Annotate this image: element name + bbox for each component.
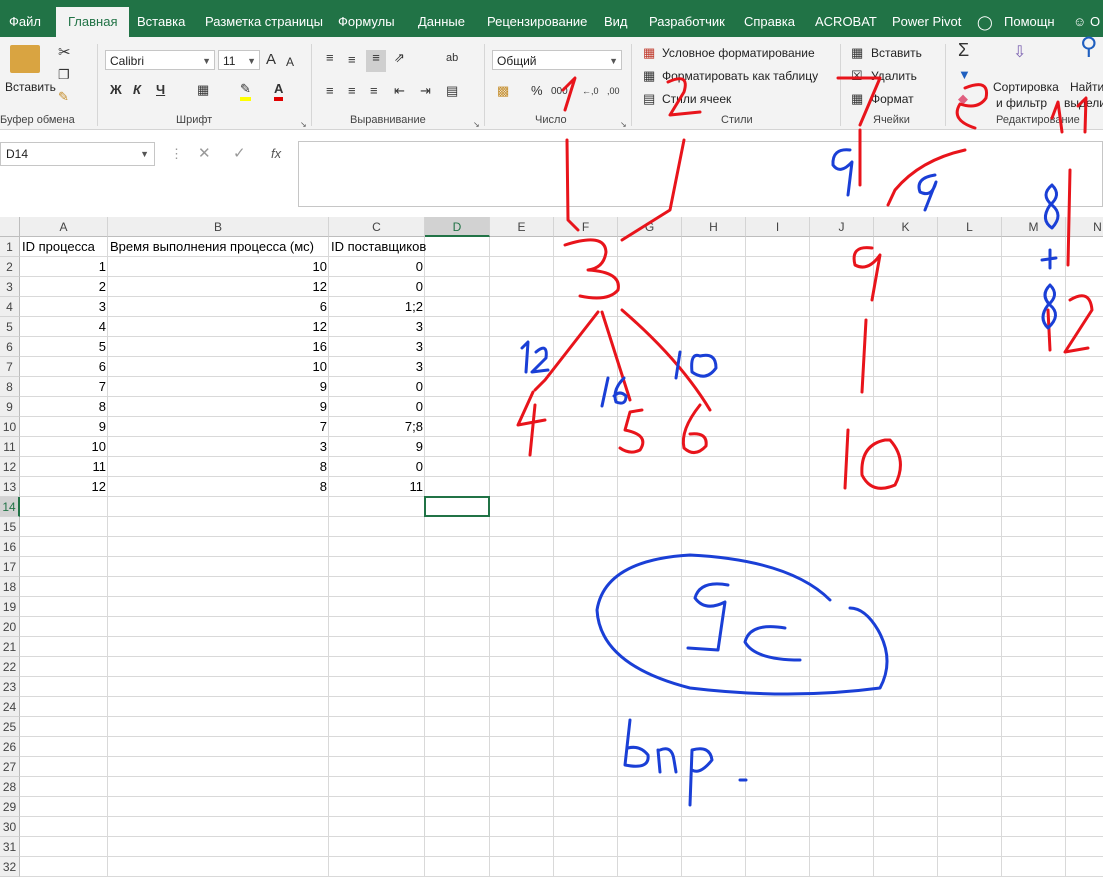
data-cell[interactable]: 8 [20,397,108,417]
data-cell[interactable]: 11 [329,477,425,497]
data-cell[interactable]: 10 [108,357,329,377]
data-cell[interactable]: 3 [108,437,329,457]
data-cell[interactable]: 0 [329,257,425,277]
data-cell[interactable]: 3 [329,357,425,377]
data-cell[interactable]: 16 [108,337,329,357]
data-cell[interactable]: 3 [20,297,108,317]
header-cell[interactable]: Время выполнения процесса (мс) [108,237,329,257]
data-cell[interactable]: 0 [329,277,425,297]
data-cell[interactable]: 9 [108,397,329,417]
data-cell[interactable]: 12 [108,277,329,297]
data-cell[interactable]: 9 [329,437,425,457]
data-cell[interactable]: 11 [20,457,108,477]
data-cell[interactable]: 12 [20,477,108,497]
data-cell[interactable]: 3 [329,337,425,357]
header-cell[interactable]: ID процесса [20,237,108,257]
data-cell[interactable]: 10 [108,257,329,277]
data-cell[interactable]: 0 [329,397,425,417]
data-cell[interactable]: 0 [329,377,425,397]
data-cell[interactable]: 1;2 [329,297,425,317]
data-cell[interactable]: 9 [20,417,108,437]
data-cell[interactable]: 10 [20,437,108,457]
selected-cell-outline [424,496,490,517]
data-cell[interactable]: 7;8 [329,417,425,437]
data-cell[interactable]: 7 [20,377,108,397]
data-cell[interactable]: 3 [329,317,425,337]
data-cell[interactable]: 9 [108,377,329,397]
data-cell[interactable]: 6 [108,297,329,317]
data-cell[interactable]: 6 [20,357,108,377]
header-cell[interactable]: ID поставщиков [329,237,426,257]
spreadsheet-grid: ABCDEFGHIJKLMN 1 2 3 4 5 6 7 8 9 10 11 12 13 14 15 16 17… [0,0,1103,889]
data-cell[interactable]: 5 [20,337,108,357]
data-cell[interactable]: 8 [108,457,329,477]
data-cell[interactable]: 0 [329,457,425,477]
data-cell[interactable]: 8 [108,477,329,497]
data-cell[interactable]: 7 [108,417,329,437]
data-cell[interactable]: 2 [20,277,108,297]
data-cell[interactable]: 1 [20,257,108,277]
data-cell[interactable]: 4 [20,317,108,337]
data-cell[interactable]: 12 [108,317,329,337]
